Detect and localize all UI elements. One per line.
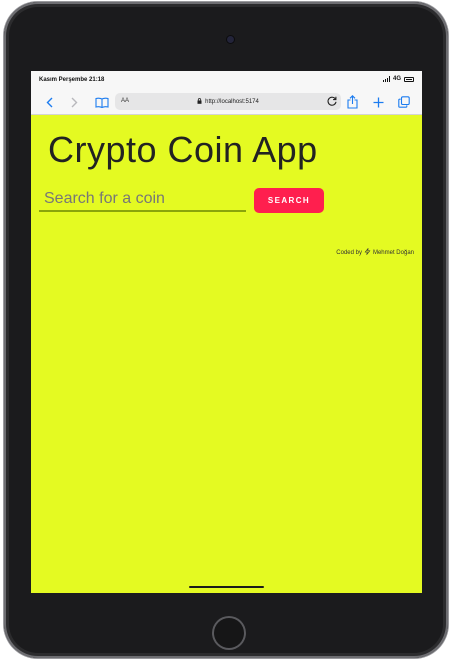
share-icon[interactable] [345,94,359,110]
status-indicators: 4G [382,76,414,82]
plus-icon[interactable] [371,94,385,110]
front-camera [227,36,234,43]
url-text: http://localhost:5174 [205,99,259,105]
home-button[interactable] [212,616,246,650]
status-bar: Kasım Perşembe 21:18 4G [31,71,422,89]
credit-author[interactable]: Mehmet Doğan [373,250,414,256]
address-bar[interactable]: AA http://localhost:5174 [115,93,341,110]
status-time: Kasım Perşembe 21:18 [39,77,105,83]
tablet-screen: Kasım Perşembe 21:18 4G AA http://localh… [31,71,422,593]
battery-icon [404,76,414,82]
credit-prefix: Coded by [336,249,362,256]
book-icon[interactable] [94,94,109,110]
home-indicator [189,586,264,588]
reload-icon[interactable] [326,95,338,109]
credit-line: Coded by Mehmet Doğan [336,248,414,257]
chevron-right-icon[interactable] [68,94,80,110]
lightning-icon [364,248,371,257]
url-display: http://localhost:5174 [115,98,341,106]
page-title: Crypto Coin App [48,129,318,170]
signal-icon [382,76,390,82]
network-label: 4G [392,76,401,82]
search-input[interactable] [39,188,246,212]
lock-icon [197,98,202,106]
browser-toolbar: AA http://localhost:5174 [31,89,422,115]
tabs-icon[interactable] [397,94,411,110]
search-button[interactable]: SEARCH [254,188,324,213]
chevron-left-icon[interactable] [43,94,55,110]
